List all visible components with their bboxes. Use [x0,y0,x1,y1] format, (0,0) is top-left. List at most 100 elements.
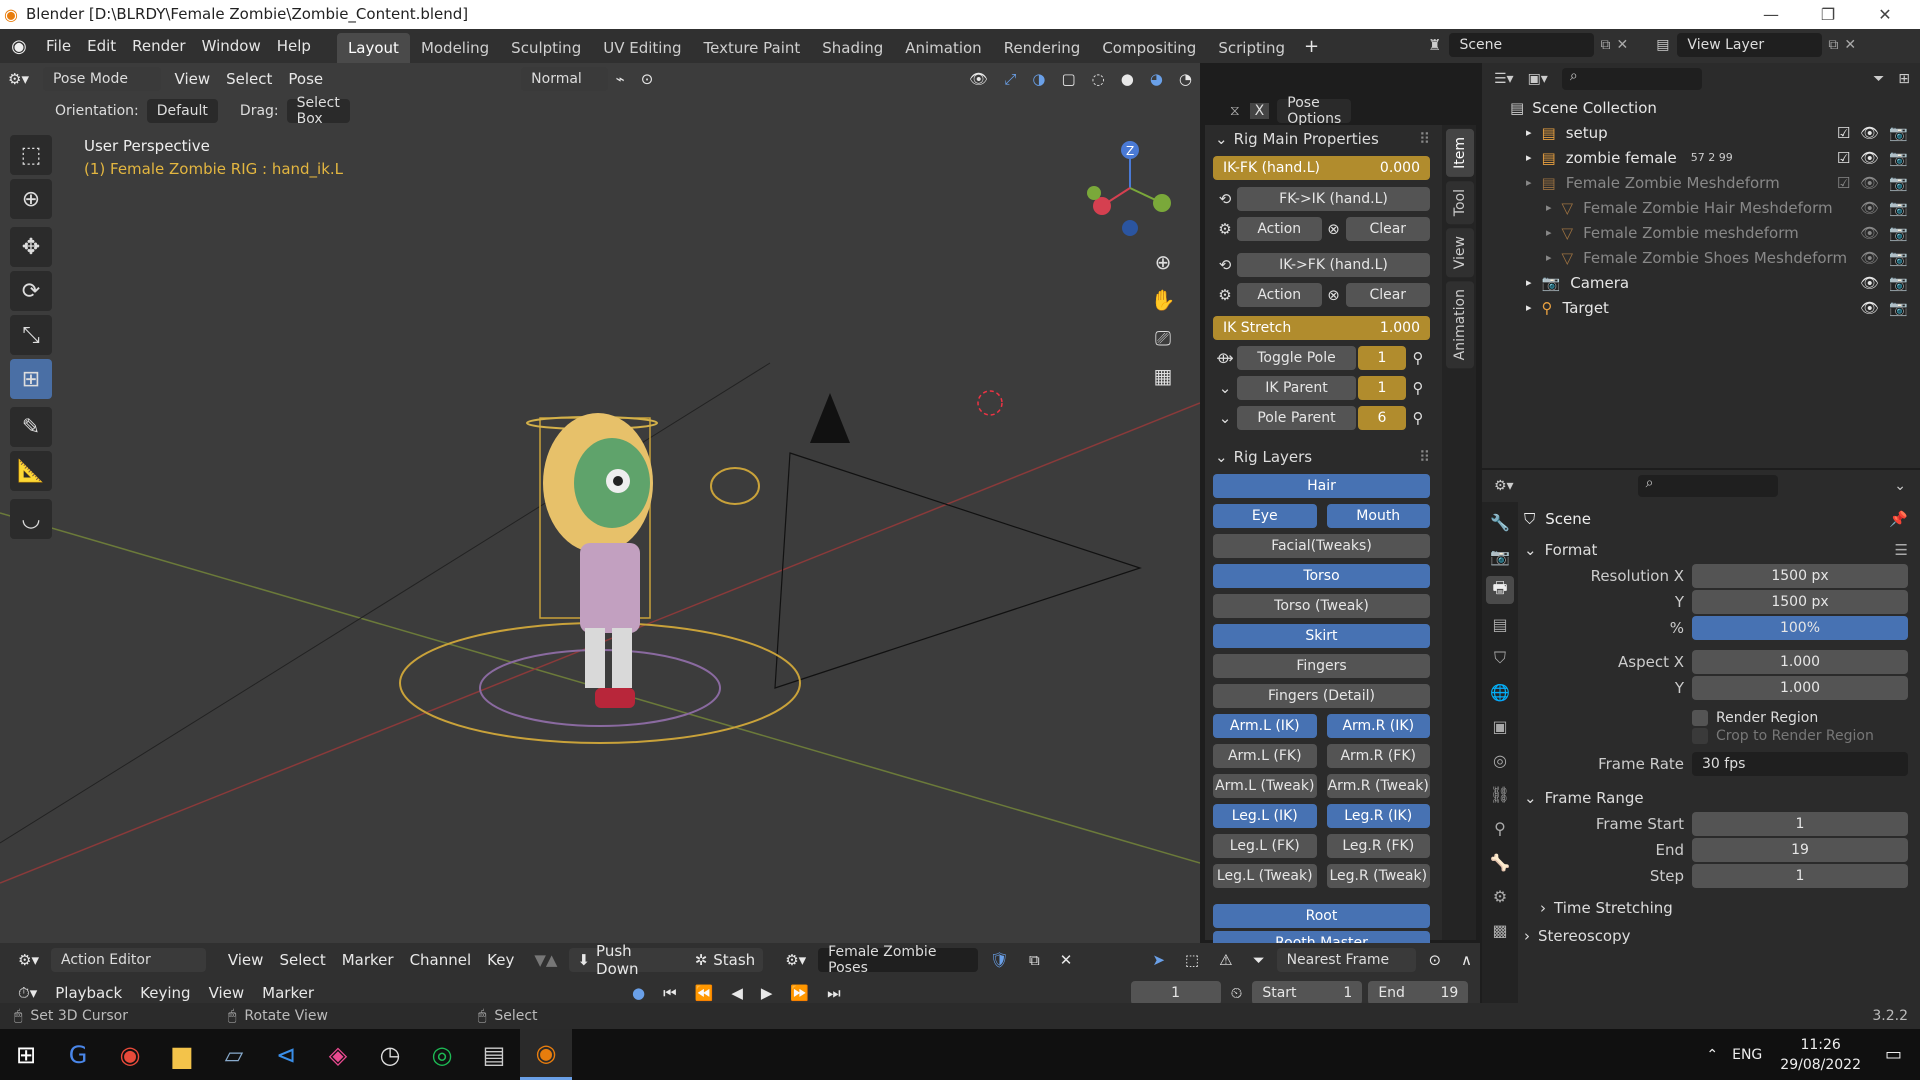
layer-button[interactable]: Leg.R (IK) [1326,804,1430,828]
format-panel-header[interactable]: ⌄ Format ☰ [1524,536,1908,564]
view-layer-tab-icon[interactable]: ▤ [1486,610,1514,638]
x-mirror-toggle[interactable]: X [1249,103,1270,119]
toggle-pole-value[interactable]: 1 [1358,346,1406,370]
frame-range-header[interactable]: ⌄ Frame Range [1524,784,1908,812]
render-region-checkbox[interactable] [1692,710,1708,726]
layer-button[interactable]: Leg.R (Tweak) [1326,864,1430,888]
action-menu-channel[interactable]: Channel [402,946,480,974]
tab-modeling[interactable]: Modeling [410,33,500,63]
layer-button[interactable]: Skirt [1213,624,1430,648]
pan-icon[interactable]: ✋ [1148,281,1178,319]
delete-view-layer-icon[interactable]: ✕ [1844,37,1856,53]
eye-icon[interactable]: 👁 [1860,299,1879,317]
vscode-icon[interactable]: ⊲ [260,1029,312,1080]
pole-parent-value[interactable]: 6 [1358,406,1406,430]
menu-window[interactable]: Window [194,29,269,63]
expand-icon[interactable]: ▸ [1546,251,1552,264]
proportional-edit-icon[interactable]: ⊙ [633,65,662,93]
tab-view[interactable]: View [1446,228,1474,278]
spotify-icon[interactable]: ◎ [416,1029,468,1080]
eye-icon[interactable]: 👁 [1860,199,1879,217]
relax-pose-tool-icon[interactable]: ◡ [10,499,52,539]
start-icon[interactable]: ⊞ [0,1029,52,1080]
layer-button[interactable]: Arm.L (FK) [1213,744,1317,768]
scene-tab-icon[interactable]: ⛉ [1486,644,1514,672]
crop-checkbox[interactable] [1692,728,1708,744]
action-menu-select[interactable]: Select [271,946,333,974]
fk-action-button[interactable]: Action [1237,217,1322,241]
clear-icon[interactable]: ⊗ [1322,217,1346,241]
orientation-selector[interactable]: Default [146,99,218,123]
aspect-x-field[interactable]: 1.000 [1692,650,1908,674]
editor-type-icon[interactable]: ☰▾ [1494,71,1514,87]
app-icon[interactable]: ▤ [468,1029,520,1080]
fk-to-ik-button[interactable]: FK->IK (hand.L) [1237,187,1430,211]
viewport-menu-pose[interactable]: Pose [280,65,331,93]
file-explorer-icon[interactable]: ▆ [156,1029,208,1080]
render-icon[interactable]: 📷 [1889,199,1908,217]
menu-file[interactable]: File [38,29,79,63]
close-button[interactable]: ✕ [1862,0,1908,29]
outliner-item[interactable]: ▸ ▤ Female Zombie Meshdeform ☑ 👁 📷 [1482,170,1920,195]
fake-user-icon[interactable]: 🛡 [982,946,1017,974]
select-box-tool-icon[interactable]: ⬚ [10,135,52,175]
time-stretching-header[interactable]: › Time Stretching [1524,894,1908,922]
res-x-field[interactable]: 1500 px [1692,564,1908,588]
armature-tab-icon[interactable]: ⚲ [1486,814,1514,842]
tab-scripting[interactable]: Scripting [1207,33,1296,63]
layer-button[interactable]: Hair [1213,474,1430,498]
clear-icon[interactable]: ⊗ [1322,283,1346,307]
tray-chevron-icon[interactable]: ⌃ [1706,1047,1718,1063]
snap-icon[interactable]: ⚲ [1406,406,1430,430]
blender-menu-icon[interactable]: ◉ [0,36,38,57]
layer-button[interactable]: Leg.L (IK) [1213,804,1317,828]
root-layer-button[interactable]: Root [1213,904,1430,928]
world-tab-icon[interactable]: 🌐 [1486,678,1514,706]
mirror-icon[interactable]: ⧖ [1230,103,1240,119]
rig-main-header[interactable]: ⌄ Rig Main Properties ⠿ [1205,125,1442,153]
only-selected-icon[interactable]: ➤ [1144,946,1173,974]
menu-edit[interactable]: Edit [79,29,124,63]
new-view-layer-icon[interactable]: ⧉ [1828,37,1838,53]
editor-type-icon[interactable]: ⚙▾ [0,65,37,93]
solid-shading-icon[interactable]: ● [1113,65,1142,93]
camera-view-icon[interactable]: ⎚ [1148,319,1178,357]
tool-tab-icon[interactable]: 🔧 [1486,508,1514,536]
action-menu-key[interactable]: Key [479,946,522,974]
wireframe-shading-icon[interactable]: ◌ [1084,65,1113,93]
eye-icon[interactable]: 👁 [1860,124,1879,142]
current-frame-field[interactable]: 1 [1130,980,1221,1005]
notes-icon[interactable]: ▱ [208,1029,260,1080]
stereoscopy-header[interactable]: › Stereoscopy [1524,922,1908,950]
language-indicator[interactable]: ENG [1732,1047,1762,1063]
navigation-gizmo[interactable]: Z [1080,138,1180,238]
eye-icon[interactable]: 👁 [1860,149,1879,167]
physics-tab-icon[interactable]: ◎ [1486,746,1514,774]
viewport-menu-view[interactable]: View [167,65,219,93]
editor-mode-selector[interactable]: Action Editor [50,947,206,972]
tab-shading[interactable]: Shading [811,33,894,63]
filter-icon[interactable]: ▼▲ [526,946,565,974]
editor-type-icon[interactable]: ⚙▾ [1494,478,1514,494]
layer-button[interactable]: Fingers [1213,654,1430,678]
start-frame-field[interactable]: Start 1 [1252,980,1363,1005]
eye-icon[interactable]: 👁 [1860,249,1879,267]
3d-viewport[interactable]: User Perspective (1) Female Zombie RIG :… [0,63,1200,943]
bone-tab-icon[interactable]: 🦴 [1486,848,1514,876]
render-icon[interactable]: 📷 [1889,224,1908,242]
eye-icon[interactable]: 👁 [1860,174,1879,192]
tab-layout[interactable]: Layout [336,33,410,63]
snap-icon[interactable]: ⚲ [1406,376,1430,400]
clock-app-icon[interactable]: ◷ [364,1029,416,1080]
render-icon[interactable]: 📷 [1889,174,1908,192]
chevron-down-icon[interactable]: ⌄ [1213,376,1237,400]
ik-parent-value[interactable]: 1 [1358,376,1406,400]
material-shading-icon[interactable]: ◕ [1142,65,1171,93]
add-workspace-icon[interactable]: + [1296,29,1327,63]
pin-icon[interactable]: 📌 [1889,510,1908,528]
errors-icon[interactable]: ⚠ [1211,946,1240,974]
layer-button[interactable]: Facial(Tweaks) [1213,534,1430,558]
res-pct-field[interactable]: 100% [1692,616,1908,640]
properties-search-input[interactable]: ⌕ [1637,475,1778,497]
unlink-action-icon[interactable]: ✕ [1052,946,1081,974]
